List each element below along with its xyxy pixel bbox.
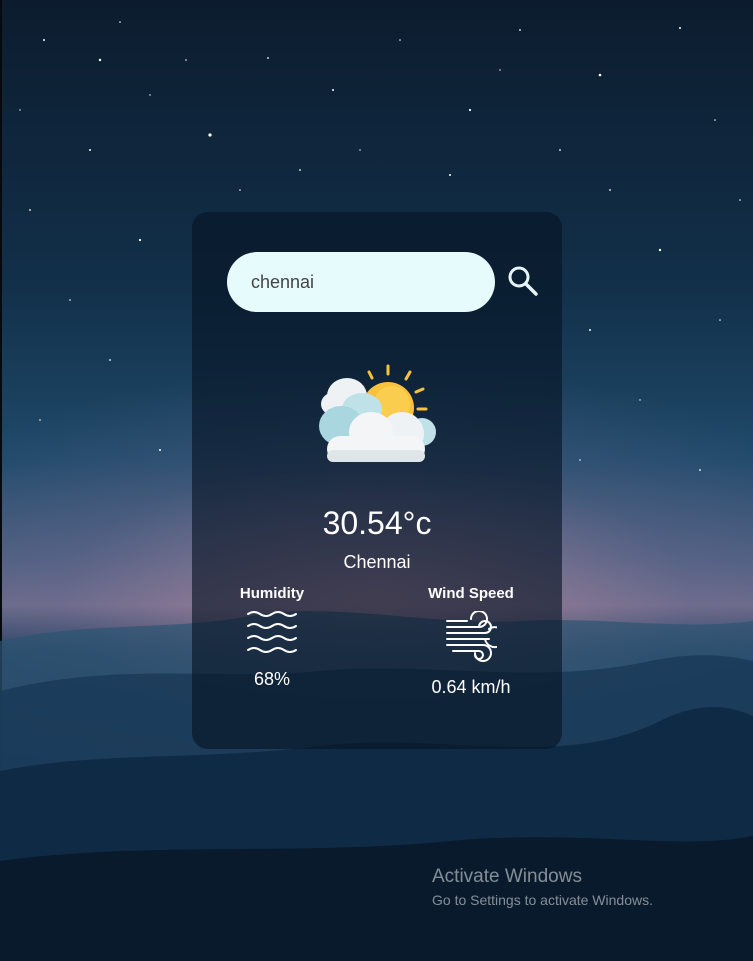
watermark-subtitle: Go to Settings to activate Windows. [432, 892, 653, 908]
humidity-waves-icon [247, 611, 297, 653]
wind-label-block: Wind Speed [407, 585, 535, 602]
search-bar [227, 252, 542, 312]
humidity-label-block: Humidity [222, 585, 322, 602]
city-name: Chennai [343, 552, 411, 572]
watermark-title: Activate Windows [432, 866, 582, 887]
window-edge [0, 0, 2, 961]
weather-card: 30.54°c Chennai Humidity 68% Wind Speed … [192, 212, 562, 749]
search-icon [508, 266, 538, 296]
humidity-label: Humidity [239, 585, 305, 602]
activate-windows-watermark: Activate Windows Go to Settings to activ… [432, 866, 653, 908]
search-button[interactable] [503, 262, 543, 302]
wind-speed-value: 0.64 km/h [431, 677, 511, 697]
wind-speed-label: Wind Speed [428, 585, 514, 602]
wind-icon [446, 611, 497, 662]
city-search-input[interactable] [227, 252, 495, 312]
humidity-value: 68% [253, 669, 291, 689]
partly-cloudy-icon [319, 364, 436, 462]
temperature: 30.54°c [322, 505, 432, 541]
